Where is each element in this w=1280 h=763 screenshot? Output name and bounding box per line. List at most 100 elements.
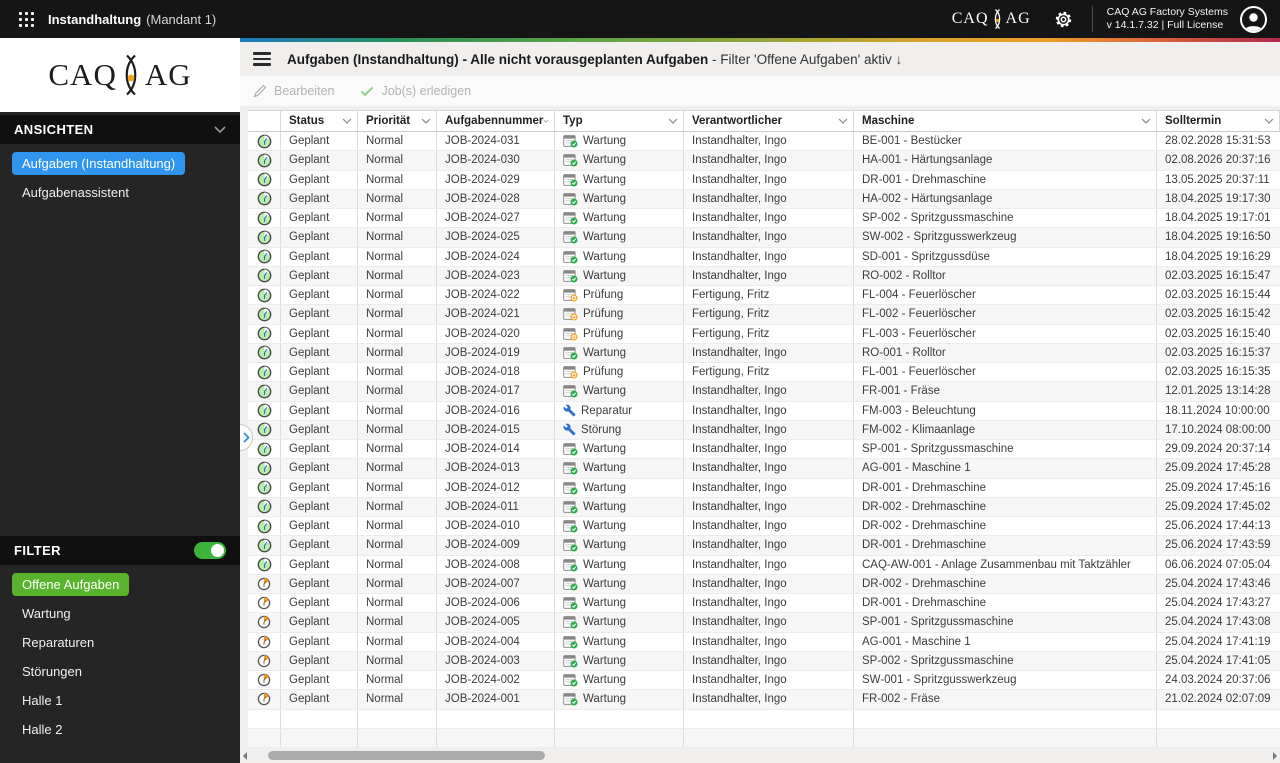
- table-row[interactable]: Geplant Normal JOB-2024-018 Prüfung Fertigu…: [248, 363, 1280, 383]
- table-row[interactable]: Geplant Normal JOB-2024-009 Wartung Instand…: [248, 536, 1280, 556]
- column-header[interactable]: Maschine: [854, 111, 1157, 131]
- table-row[interactable]: Geplant Normal JOB-2024-003 Wartung Instand…: [248, 651, 1280, 671]
- responsible-cell: Instandhalter, Ingo: [684, 266, 854, 285]
- app-grid-icon[interactable]: [19, 11, 34, 27]
- table-row[interactable]: Geplant Normal JOB-2024-024 Wartung Instand…: [248, 247, 1280, 267]
- table-row[interactable]: Geplant Normal JOB-2024-007 Wartung Instand…: [248, 574, 1280, 594]
- table-row[interactable]: Geplant Normal JOB-2024-023 Wartung Instand…: [248, 266, 1280, 286]
- table-row[interactable]: Geplant Normal JOB-2024-006 Wartung Instand…: [248, 594, 1280, 614]
- machine-cell: DR-002 - Drehmaschine: [854, 517, 1157, 536]
- table-row[interactable]: Geplant Normal JOB-2024-005 Wartung Instand…: [248, 613, 1280, 633]
- gear-icon[interactable]: [1053, 9, 1074, 30]
- job-number-cell: JOB-2024-021: [437, 305, 555, 324]
- filter-section-header: FILTER: [0, 536, 240, 565]
- horizontal-scrollbar[interactable]: [240, 749, 1280, 762]
- table-row[interactable]: Geplant Normal JOB-2024-027 Wartung Instand…: [248, 209, 1280, 229]
- status-clock-green-icon: [257, 211, 271, 226]
- complete-jobs-button[interactable]: Job(s) erledigen: [360, 84, 471, 98]
- table-row[interactable]: Geplant Normal JOB-2024-030 Wartung Instand…: [248, 151, 1280, 171]
- table-row[interactable]: Geplant Normal JOB-2024-028 Wartung Instand…: [248, 189, 1280, 209]
- table-row[interactable]: Geplant Normal JOB-2024-013 Wartung Instand…: [248, 459, 1280, 479]
- table-row[interactable]: Geplant Normal JOB-2024-019 Wartung Instand…: [248, 343, 1280, 363]
- status-clock-orange-icon: [257, 616, 271, 629]
- table-row[interactable]: Geplant Normal JOB-2024-002 Wartung Instand…: [248, 671, 1280, 691]
- header-status-icon-column: [248, 111, 281, 131]
- column-header[interactable]: Priorität: [358, 111, 437, 131]
- machine-cell: SP-001 - Spritzgussmaschine: [854, 613, 1157, 632]
- status-icon-cell: [248, 497, 281, 516]
- scroll-left-arrow[interactable]: [243, 751, 247, 760]
- table-row[interactable]: Geplant Normal JOB-2024-010 Wartung Instand…: [248, 517, 1280, 537]
- views-section-header[interactable]: ANSICHTEN: [0, 115, 240, 144]
- sidebar-filter-item[interactable]: Störungen: [12, 660, 92, 683]
- status-icon-cell: [248, 555, 281, 574]
- table-row[interactable]: Geplant Normal JOB-2024-001 Wartung Instand…: [248, 690, 1280, 710]
- priority-cell: Normal: [358, 189, 437, 208]
- menu-icon[interactable]: [253, 52, 271, 66]
- type-label: Prüfung: [583, 308, 624, 321]
- tasks-table: Status Priorität Aufgabennummer Typ Vera…: [248, 110, 1280, 748]
- table-row[interactable]: Geplant Normal JOB-2024-014 Wartung Instand…: [248, 440, 1280, 460]
- responsible-cell: Fertigung, Fritz: [684, 324, 854, 343]
- sidebar-filter-item[interactable]: Wartung: [12, 602, 81, 625]
- column-header[interactable]: Verantwortlicher: [684, 111, 854, 131]
- sidebar-filter-item[interactable]: Halle 2: [12, 718, 72, 741]
- maintenance-calendar-icon: [563, 135, 578, 148]
- column-header[interactable]: Solltermin: [1157, 111, 1280, 131]
- table-row[interactable]: Geplant Normal JOB-2024-025 Wartung Instand…: [248, 228, 1280, 248]
- table-row[interactable]: Geplant Normal JOB-2024-021 Prüfung Fertigu…: [248, 305, 1280, 325]
- page-title: Aufgaben (Instandhaltung) - Alle nicht v…: [287, 52, 902, 67]
- responsible-cell: Instandhalter, Ingo: [684, 632, 854, 651]
- type-cell: Wartung: [555, 132, 684, 151]
- scroll-right-arrow[interactable]: [1273, 751, 1277, 760]
- priority-cell: Normal: [358, 478, 437, 497]
- edit-button[interactable]: Bearbeiten: [253, 84, 334, 98]
- chevron-down-icon: [1141, 118, 1151, 124]
- filter-toggle[interactable]: [194, 542, 226, 559]
- status-cell: Geplant: [281, 690, 358, 709]
- chevron-down-icon: [1264, 118, 1274, 124]
- sidebar-view-item[interactable]: Aufgabenassistent: [12, 181, 139, 204]
- page-title-main: Aufgaben (Instandhaltung) - Alle nicht v…: [287, 51, 709, 67]
- responsible-cell: Instandhalter, Ingo: [684, 189, 854, 208]
- machine-cell: FL-004 - Feuerlöscher: [854, 286, 1157, 305]
- type-label: Wartung: [583, 443, 627, 456]
- maintenance-calendar-icon: [563, 212, 578, 225]
- sidebar-filter-item[interactable]: Halle 1: [12, 689, 72, 712]
- sidebar-view-item[interactable]: Aufgaben (Instandhaltung): [12, 152, 186, 175]
- status-icon-cell: [248, 651, 281, 670]
- status-cell: Geplant: [281, 209, 358, 228]
- table-row[interactable]: Geplant Normal JOB-2024-016 Reparatur Insta…: [248, 401, 1280, 421]
- column-header[interactable]: Status: [281, 111, 358, 131]
- responsible-cell: Instandhalter, Ingo: [684, 228, 854, 247]
- table-row[interactable]: Geplant Normal JOB-2024-020 Prüfung Fertigu…: [248, 324, 1280, 344]
- status-cell: Geplant: [281, 170, 358, 189]
- job-number-cell: JOB-2024-028: [437, 189, 555, 208]
- type-label: Störung: [581, 423, 622, 436]
- status-cell: Geplant: [281, 151, 358, 170]
- table-row[interactable]: Geplant Normal JOB-2024-004 Wartung Instand…: [248, 632, 1280, 652]
- job-number-cell: JOB-2024-016: [437, 401, 555, 420]
- status-icon-cell: [248, 209, 281, 228]
- sidebar-filter-item[interactable]: Reparaturen: [12, 631, 104, 654]
- table-row[interactable]: Geplant Normal JOB-2024-008 Wartung Instand…: [248, 555, 1280, 575]
- table-row[interactable]: Geplant Normal JOB-2024-017 Wartung Instand…: [248, 382, 1280, 402]
- table-row[interactable]: Geplant Normal JOB-2024-011 Wartung Instand…: [248, 497, 1280, 517]
- table-row[interactable]: Geplant Normal JOB-2024-012 Wartung Instand…: [248, 478, 1280, 498]
- column-header[interactable]: Aufgabennummer: [437, 111, 555, 131]
- inspection-calendar-icon: [563, 327, 578, 341]
- table-row[interactable]: Geplant Normal JOB-2024-022 Prüfung Fertigu…: [248, 286, 1280, 306]
- priority-cell: Normal: [358, 170, 437, 189]
- status-cell: Geplant: [281, 594, 358, 613]
- sidebar-filter-item[interactable]: Offene Aufgaben: [12, 573, 130, 596]
- toolbar: Bearbeiten Job(s) erledigen: [240, 76, 1280, 106]
- table-row[interactable]: Geplant Normal JOB-2024-015 Störung Instand…: [248, 420, 1280, 440]
- job-number-cell: JOB-2024-014: [437, 440, 555, 459]
- user-avatar[interactable]: [1240, 5, 1267, 33]
- table-row[interactable]: Geplant Normal JOB-2024-029 Wartung Instand…: [248, 170, 1280, 190]
- priority-cell: Normal: [358, 266, 437, 285]
- table-row[interactable]: Geplant Normal JOB-2024-031 Wartung Instand…: [248, 132, 1280, 152]
- column-header[interactable]: Typ: [555, 111, 684, 131]
- status-icon-cell: [248, 517, 281, 536]
- scrollbar-thumb[interactable]: [268, 751, 545, 760]
